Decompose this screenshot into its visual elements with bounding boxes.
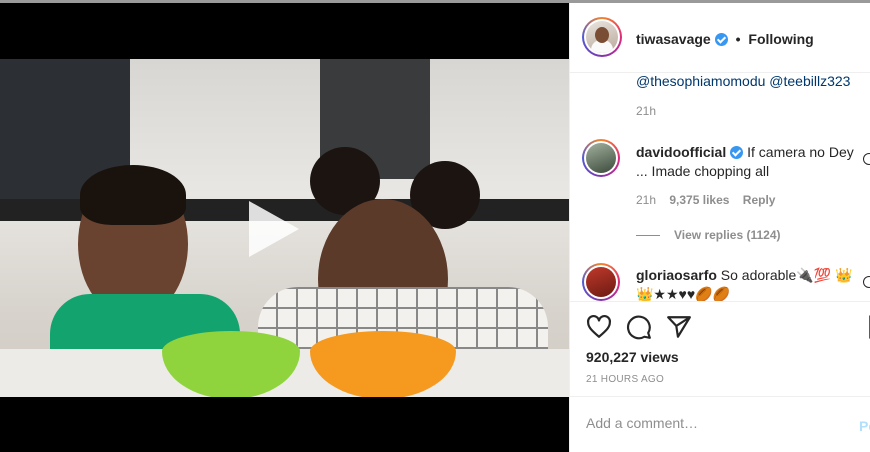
avatar[interactable] bbox=[582, 263, 620, 301]
divider bbox=[636, 235, 660, 237]
comment-item: davidoofficial If camera no Dey ... Imad… bbox=[636, 143, 861, 181]
verified-badge-icon bbox=[714, 33, 728, 46]
comment-likes[interactable]: 9,375 likes bbox=[669, 193, 729, 207]
caption-time: 21h bbox=[636, 104, 657, 118]
caption-mentions: @thesophiamomodu @teebillz323 bbox=[636, 73, 850, 89]
author-username[interactable]: tiwasavage bbox=[636, 31, 711, 47]
heart-icon[interactable] bbox=[863, 276, 870, 288]
post-side-panel: tiwasavage • Following @thesophiamomodu … bbox=[569, 3, 870, 452]
reply-button[interactable]: Reply bbox=[743, 193, 776, 207]
video-player[interactable] bbox=[0, 3, 569, 452]
heart-icon[interactable] bbox=[586, 314, 612, 340]
view-count[interactable]: 920,227 views bbox=[586, 349, 679, 365]
view-replies-button[interactable]: View replies (1124) bbox=[636, 228, 781, 242]
comment-username[interactable]: gloriaosarfo bbox=[636, 267, 717, 283]
avatar[interactable] bbox=[582, 17, 622, 57]
post-header: tiwasavage • Following bbox=[570, 3, 870, 73]
verified-badge-icon bbox=[730, 146, 744, 159]
post-timestamp: 21 HOURS AGO bbox=[586, 374, 665, 385]
following-button[interactable]: Following bbox=[748, 31, 813, 47]
play-icon[interactable] bbox=[243, 197, 303, 261]
mention-link[interactable]: @teebillz323 bbox=[769, 73, 850, 89]
mention-link[interactable]: @thesophiamomodu bbox=[636, 73, 765, 89]
heart-icon[interactable] bbox=[863, 153, 870, 165]
post-comment-button[interactable]: Post bbox=[859, 418, 870, 434]
comment-item: gloriaosarfo So adorable🔌💯 👑👑★★♥♥🏉🏉 bbox=[636, 266, 861, 301]
share-icon[interactable] bbox=[666, 314, 692, 340]
post-actions: 920,227 views 21 HOURS AGO bbox=[570, 301, 870, 396]
avatar[interactable] bbox=[582, 139, 620, 177]
comment-icon[interactable] bbox=[626, 314, 652, 340]
separator-dot: • bbox=[735, 31, 741, 47]
bookmark-icon[interactable] bbox=[866, 314, 870, 340]
comment-username[interactable]: davidoofficial bbox=[636, 144, 726, 160]
comments-list[interactable]: @thesophiamomodu @teebillz323 21h davido… bbox=[570, 73, 870, 301]
comment-input[interactable] bbox=[586, 415, 836, 431]
comment-time: 21h bbox=[636, 193, 657, 207]
comment-composer: Post bbox=[570, 396, 870, 452]
